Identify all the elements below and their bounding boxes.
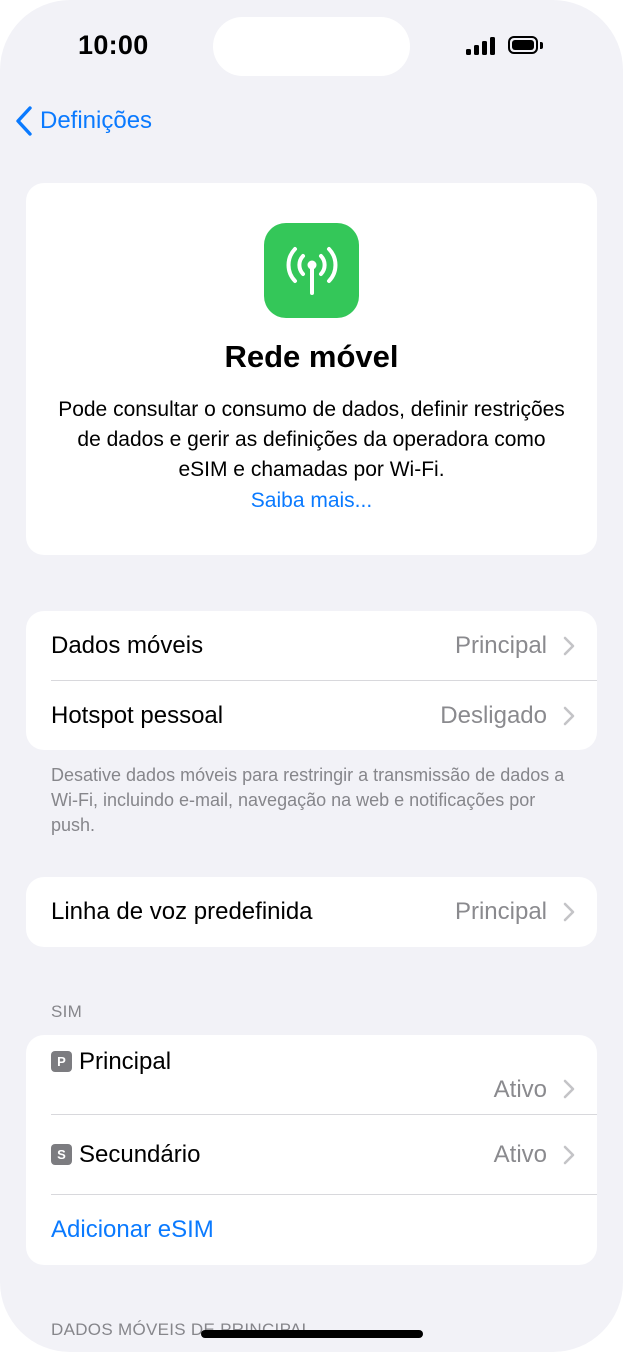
row-label: P Principal	[51, 1048, 494, 1076]
cellular-antenna-icon	[264, 223, 359, 318]
hero-description: Pode consultar o consumo de dados, defin…	[58, 398, 565, 481]
battery-tip	[540, 42, 543, 49]
page-title: Rede móvel	[224, 339, 399, 374]
sim-name: Principal	[79, 1048, 172, 1075]
row-sim-secundario[interactable]: S Secundário Ativo	[26, 1115, 597, 1195]
row-default-voice-line[interactable]: Linha de voz predefinida Principal	[26, 877, 597, 947]
chevron-right-icon	[563, 636, 575, 656]
battery-icon	[508, 36, 538, 54]
chevron-right-icon	[563, 706, 575, 726]
dynamic-island	[213, 17, 410, 76]
data-settings-group: Dados móveis Principal Hotspot pessoal D…	[26, 611, 597, 750]
row-label: Hotspot pessoal	[51, 702, 224, 729]
add-esim-label: Adicionar eSIM	[51, 1216, 214, 1243]
data-footnote: Desative dados móveis para restringir a …	[51, 765, 565, 835]
phone-screen: 10:00 Definições Rede móvel Pode consult…	[0, 0, 623, 1352]
home-indicator[interactable]	[201, 1330, 423, 1338]
row-personal-hotspot[interactable]: Hotspot pessoal Desligado	[26, 681, 597, 751]
row-value: Principal	[454, 632, 547, 659]
back-button[interactable]: Definições	[14, 104, 152, 138]
row-value: Desligado	[440, 702, 547, 729]
row-label: Linha de voz predefinida	[51, 898, 313, 925]
sim-badge-s: S	[51, 1144, 72, 1165]
back-label: Definições	[40, 107, 153, 134]
section-header-sim: SIM	[51, 1002, 83, 1021]
sim-group: P Principal Ativo S Secundário Ativo Adici…	[26, 1035, 597, 1265]
row-value: Ativo	[493, 1076, 547, 1103]
add-esim-button[interactable]: Adicionar eSIM	[26, 1195, 597, 1265]
sim-badge-p: P	[51, 1051, 72, 1072]
signal-icon	[466, 37, 498, 55]
chevron-right-icon	[563, 902, 575, 922]
row-mobile-data[interactable]: Dados móveis Principal	[26, 611, 597, 681]
status-time: 10:00	[78, 30, 149, 60]
chevron-right-icon	[563, 1145, 575, 1165]
back-chevron-icon	[16, 106, 32, 136]
voice-line-group: Linha de voz predefinida Principal	[26, 877, 597, 947]
row-value: Ativo	[493, 1141, 547, 1168]
row-sim-principal[interactable]: P Principal Ativo	[26, 1035, 597, 1115]
sim-name: Secundário	[79, 1141, 201, 1168]
chevron-right-icon	[563, 1079, 575, 1099]
row-label: Dados móveis	[51, 632, 204, 659]
hero-card: Rede móvel Pode consultar o consumo de d…	[26, 183, 597, 555]
row-value: Principal	[454, 898, 547, 925]
row-label: S Secundário	[51, 1141, 494, 1169]
learn-more-link[interactable]: Saiba mais...	[26, 489, 597, 513]
